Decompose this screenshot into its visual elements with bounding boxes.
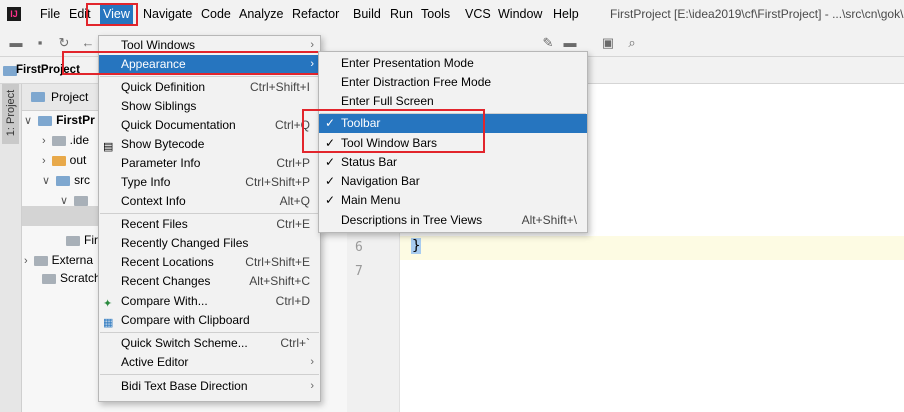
tree-item-idea[interactable]: › .ide xyxy=(42,130,89,150)
app-logo-icon: IJ xyxy=(7,7,21,21)
folder-icon xyxy=(51,135,66,146)
project-view-icon xyxy=(31,92,45,102)
view-menu: Tool Windows › Appearance › Quick Definiti… xyxy=(98,35,321,402)
folder-icon xyxy=(38,115,53,126)
annotation-appearance-box xyxy=(62,51,333,75)
save-icon[interactable]: ▪ xyxy=(32,35,48,51)
folder-icon xyxy=(51,155,66,166)
window-title: FirstProject [E:\idea2019\cf\FirstProjec… xyxy=(610,7,904,21)
chevron-down-icon[interactable]: ∨ xyxy=(42,175,50,187)
project-folder-icon xyxy=(3,66,17,76)
module-file-icon xyxy=(66,235,80,246)
check-icon: ✓ xyxy=(325,155,336,169)
annotation-view-box xyxy=(86,3,138,26)
menu-item-show-bytecode[interactable]: ▤ Show Bytecode xyxy=(99,135,320,154)
menu-analyze[interactable]: Analyze xyxy=(239,7,283,21)
search-icon[interactable]: ⌕ xyxy=(624,35,640,51)
menu-item-compare-with[interactable]: ✦ Compare With... Ctrl+D xyxy=(99,292,320,311)
chevron-down-icon[interactable]: ∨ xyxy=(24,115,32,127)
menu-tools[interactable]: Tools xyxy=(421,7,450,21)
annotation-toolbar-box xyxy=(302,109,485,153)
line-number: 7 xyxy=(355,264,363,279)
menu-separator xyxy=(100,76,319,77)
menu-file[interactable]: File xyxy=(40,7,60,21)
tree-item-root[interactable]: ∨ FirstPr xyxy=(24,110,95,130)
menu-code[interactable]: Code xyxy=(201,7,231,21)
menu-item-type-info[interactable]: Type Info Ctrl+Shift+P xyxy=(99,173,320,192)
tree-item-scratches[interactable]: Scratch xyxy=(42,268,101,288)
check-icon: ✓ xyxy=(325,193,336,207)
menu-item-tree-descriptions[interactable]: Descriptions in Tree Views Alt+Shift+\ xyxy=(319,211,587,230)
menu-item-recent-changes[interactable]: Recent Changes Alt+Shift+C xyxy=(99,272,320,291)
chevron-down-icon[interactable]: ∨ xyxy=(60,195,68,207)
chevron-right-icon[interactable]: › xyxy=(42,135,46,147)
menu-separator xyxy=(100,332,319,333)
menu-item-context-info[interactable]: Context Info Alt+Q xyxy=(99,192,320,211)
back-icon[interactable]: ← xyxy=(80,35,96,51)
scratches-icon xyxy=(42,273,56,284)
current-line-highlight xyxy=(400,236,904,260)
menu-item-presentation-mode[interactable]: Enter Presentation Mode xyxy=(319,54,587,73)
menu-item-active-editor[interactable]: Active Editor › xyxy=(99,353,320,372)
menu-item-recent-locations[interactable]: Recent Locations Ctrl+Shift+E xyxy=(99,253,320,272)
chevron-right-icon[interactable]: › xyxy=(42,155,46,167)
menu-item-recently-changed-files[interactable]: Recently Changed Files xyxy=(99,234,320,253)
menu-vcs[interactable]: VCS xyxy=(465,7,491,21)
line-number: 6 xyxy=(355,240,363,255)
menu-separator xyxy=(100,374,319,375)
submenu-arrow-icon: › xyxy=(310,380,314,392)
menu-separator xyxy=(100,213,319,214)
menu-navigate[interactable]: Navigate xyxy=(143,7,192,21)
project-view-selector[interactable]: Project xyxy=(51,90,88,104)
clipboard-compare-icon: ▦ xyxy=(103,317,114,329)
package-icon xyxy=(74,195,89,206)
menu-item-navigation-bar[interactable]: ✓ Navigation Bar xyxy=(319,172,587,191)
tree-item-external-libraries[interactable]: › Externa xyxy=(24,250,93,270)
tree-item-out[interactable]: › out xyxy=(42,150,86,170)
folder-icon xyxy=(56,175,71,186)
structure-icon[interactable]: ▬ xyxy=(562,35,578,51)
menu-item-show-siblings[interactable]: Show Siblings xyxy=(99,97,320,116)
library-icon xyxy=(33,255,48,266)
chevron-right-icon[interactable]: › xyxy=(24,255,28,267)
menu-item-distraction-free[interactable]: Enter Distraction Free Mode xyxy=(319,73,587,92)
open-folder-icon[interactable]: ▬ xyxy=(8,35,24,51)
menu-build[interactable]: Build xyxy=(353,7,381,21)
tree-item-src[interactable]: ∨ src xyxy=(42,170,90,190)
menu-run[interactable]: Run xyxy=(390,7,413,21)
menu-item-main-menu[interactable]: ✓ Main Menu xyxy=(319,191,587,210)
submenu-arrow-icon: › xyxy=(310,356,314,368)
menu-window[interactable]: Window xyxy=(498,7,542,21)
closing-brace: } xyxy=(411,238,422,254)
tree-item-package[interactable]: ∨ xyxy=(60,190,92,210)
menu-item-parameter-info[interactable]: Parameter Info Ctrl+P xyxy=(99,154,320,173)
menu-item-quick-documentation[interactable]: Quick Documentation Ctrl+Q xyxy=(99,116,320,135)
menu-help[interactable]: Help xyxy=(553,7,579,21)
menu-item-quick-switch-scheme[interactable]: Quick Switch Scheme... Ctrl+` xyxy=(99,334,320,353)
wrench-icon[interactable]: ✎ xyxy=(540,35,556,51)
terminal-icon[interactable]: ▣ xyxy=(600,35,616,51)
menu-item-compare-clipboard[interactable]: ▦ Compare with Clipboard xyxy=(99,311,320,330)
sync-icon[interactable]: ↻ xyxy=(56,35,72,51)
menu-item-recent-files[interactable]: Recent Files Ctrl+E xyxy=(99,215,320,234)
project-tool-tab-label: 1: Project xyxy=(5,89,18,137)
menu-item-quick-definition[interactable]: Quick Definition Ctrl+Shift+I xyxy=(99,78,320,97)
check-icon: ✓ xyxy=(325,174,336,188)
menu-item-status-bar[interactable]: ✓ Status Bar xyxy=(319,153,587,172)
menu-refactor[interactable]: Refactor xyxy=(292,7,339,21)
menu-item-bidi-text[interactable]: Bidi Text Base Direction › xyxy=(99,377,320,396)
